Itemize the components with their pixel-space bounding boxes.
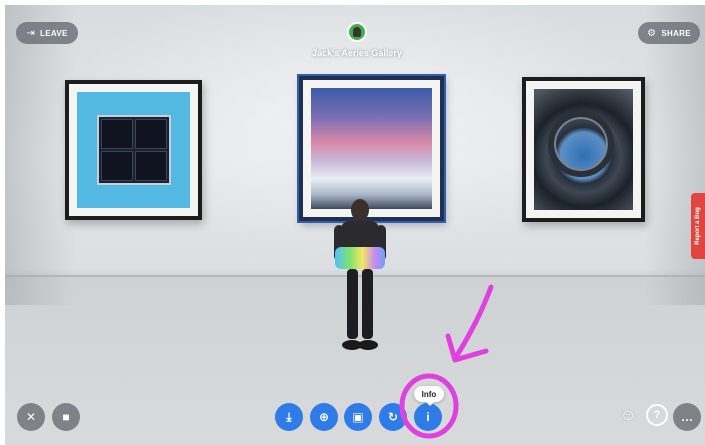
report-bug-tab[interactable]: Report a Bug (691, 193, 705, 259)
host-avatar[interactable] (347, 22, 367, 42)
accessibility-button[interactable]: ☺ (620, 407, 636, 425)
artwork-mat (526, 81, 641, 218)
accessibility-icon: ☺ (620, 407, 637, 424)
more-button[interactable]: … (673, 403, 701, 431)
artwork-frame-right[interactable] (522, 77, 645, 222)
leave-label: LEAVE (40, 28, 68, 38)
download-button[interactable]: ⤓ (275, 403, 303, 431)
user-avatar-character (334, 199, 386, 350)
share-button[interactable]: ⚙ SHARE (638, 22, 700, 44)
zoom-button[interactable]: ⊕ (310, 403, 338, 431)
help-icon: ? (653, 409, 661, 421)
camera-off-icon: ■ (62, 410, 70, 424)
mic-toggle-button[interactable]: ✕ (17, 403, 45, 431)
share-icon: ⚙ (647, 27, 657, 39)
right-wall (645, 5, 705, 305)
leave-button[interactable]: ⇥ LEAVE (16, 22, 78, 44)
artwork-server-rack (77, 92, 190, 208)
refresh-icon: ↻ (387, 410, 399, 424)
artwork-mat (69, 84, 198, 216)
report-bug-label: Report a Bug (695, 207, 702, 245)
artwork-frame-left[interactable] (65, 80, 202, 220)
refresh-button[interactable]: ↻ (379, 403, 407, 431)
zoom-icon: ⊕ (318, 410, 330, 424)
info-button[interactable]: i (414, 403, 442, 431)
info-icon: i (426, 410, 430, 424)
server-image (96, 115, 171, 185)
lock-icon: ▣ (352, 410, 364, 424)
mic-muted-icon: ✕ (25, 410, 37, 424)
download-icon: ⤓ (286, 409, 292, 424)
exit-icon: ⇥ (26, 27, 36, 39)
share-label: SHARE (661, 28, 691, 38)
camera-toggle-button[interactable]: ■ (52, 403, 80, 431)
avatar-head (353, 27, 361, 37)
porthole-ring (548, 111, 614, 177)
more-icon: … (681, 410, 693, 424)
artwork-porthole-earth (534, 89, 633, 210)
help-button[interactable]: ? (646, 404, 668, 426)
artwork-pink-sky-landscape (311, 88, 432, 209)
gallery-title: Jack's Aeries Gallery (312, 48, 402, 58)
info-tooltip: Info (414, 386, 444, 406)
lock-button[interactable]: ▣ (344, 403, 372, 431)
